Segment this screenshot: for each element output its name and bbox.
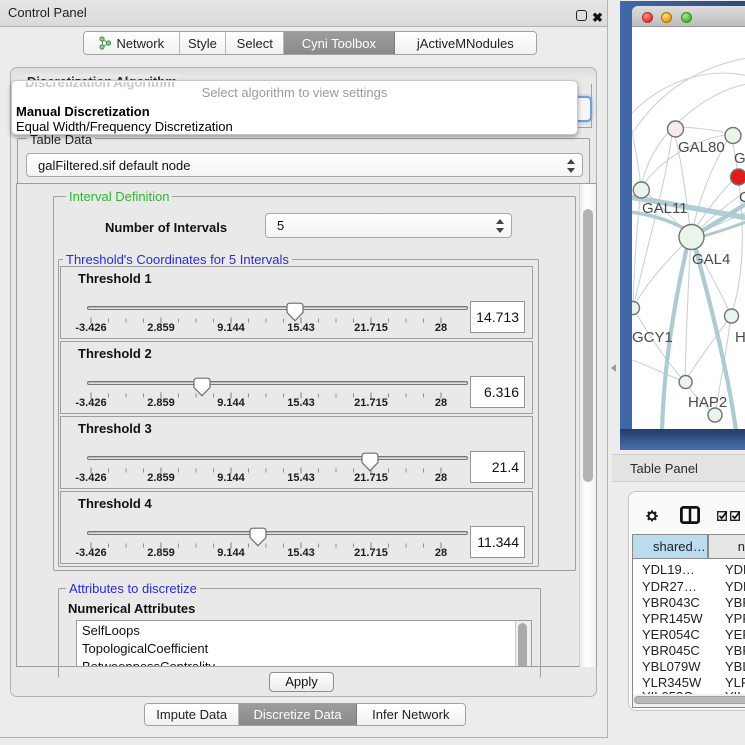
svg-text:GAL11: GAL11 [642, 200, 688, 217]
svg-text:HAP2: HAP2 [688, 394, 727, 411]
svg-text:H: H [735, 329, 745, 346]
svg-text:GAL: GAL [734, 150, 745, 167]
svg-text:C: C [739, 189, 745, 206]
svg-text:GAL80: GAL80 [678, 139, 725, 156]
svg-text:GCY1: GCY1 [632, 329, 673, 346]
svg-text:GAL4: GAL4 [692, 251, 730, 268]
